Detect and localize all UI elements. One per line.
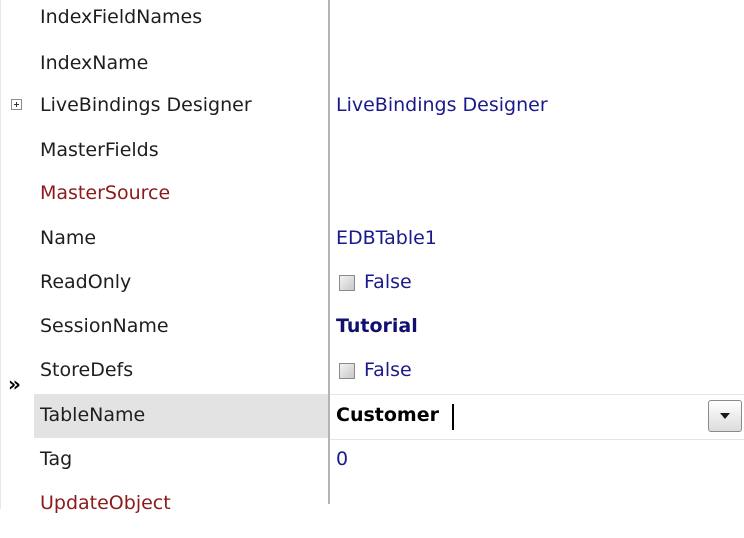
expand-plus-icon[interactable]	[11, 99, 22, 110]
value-tag[interactable]: 0	[336, 450, 348, 469]
property-readonly[interactable]: ReadOnly	[40, 273, 131, 292]
property-indexname[interactable]: IndexName	[40, 54, 148, 73]
storedefs-checkbox-icon[interactable]	[339, 363, 355, 379]
property-livebindings-designer[interactable]: LiveBindings Designer	[40, 96, 252, 115]
property-storedefs[interactable]: StoreDefs	[40, 361, 133, 380]
column-divider[interactable]	[328, 0, 330, 504]
property-updateobject[interactable]: UpdateObject	[40, 494, 171, 513]
value-sessionname[interactable]: Tutorial	[336, 317, 418, 336]
value-storedefs: False	[364, 359, 412, 381]
readonly-checkbox-icon[interactable]	[339, 275, 355, 291]
gutter-line	[0, 0, 1, 509]
value-livebindings-designer[interactable]: LiveBindings Designer	[336, 96, 548, 115]
property-tablename[interactable]: TableName	[40, 406, 145, 425]
property-sessionname[interactable]: SessionName	[40, 317, 169, 336]
property-mastersource[interactable]: MasterSource	[40, 184, 170, 203]
value-tablename-input[interactable]: Customer	[336, 406, 439, 425]
property-indexfieldnames[interactable]: IndexFieldNames	[40, 8, 202, 27]
object-inspector: IndexFieldNames IndexName LiveBindings D…	[0, 0, 744, 538]
selected-row-marker-icon: »	[8, 372, 21, 396]
property-tag[interactable]: Tag	[40, 450, 72, 469]
value-readonly: False	[364, 271, 412, 293]
dropdown-arrow-icon[interactable]	[708, 400, 742, 432]
value-name[interactable]: EDBTable1	[336, 229, 437, 248]
property-masterfields[interactable]: MasterFields	[40, 141, 159, 160]
text-caret	[452, 404, 454, 430]
property-name[interactable]: Name	[40, 229, 96, 248]
